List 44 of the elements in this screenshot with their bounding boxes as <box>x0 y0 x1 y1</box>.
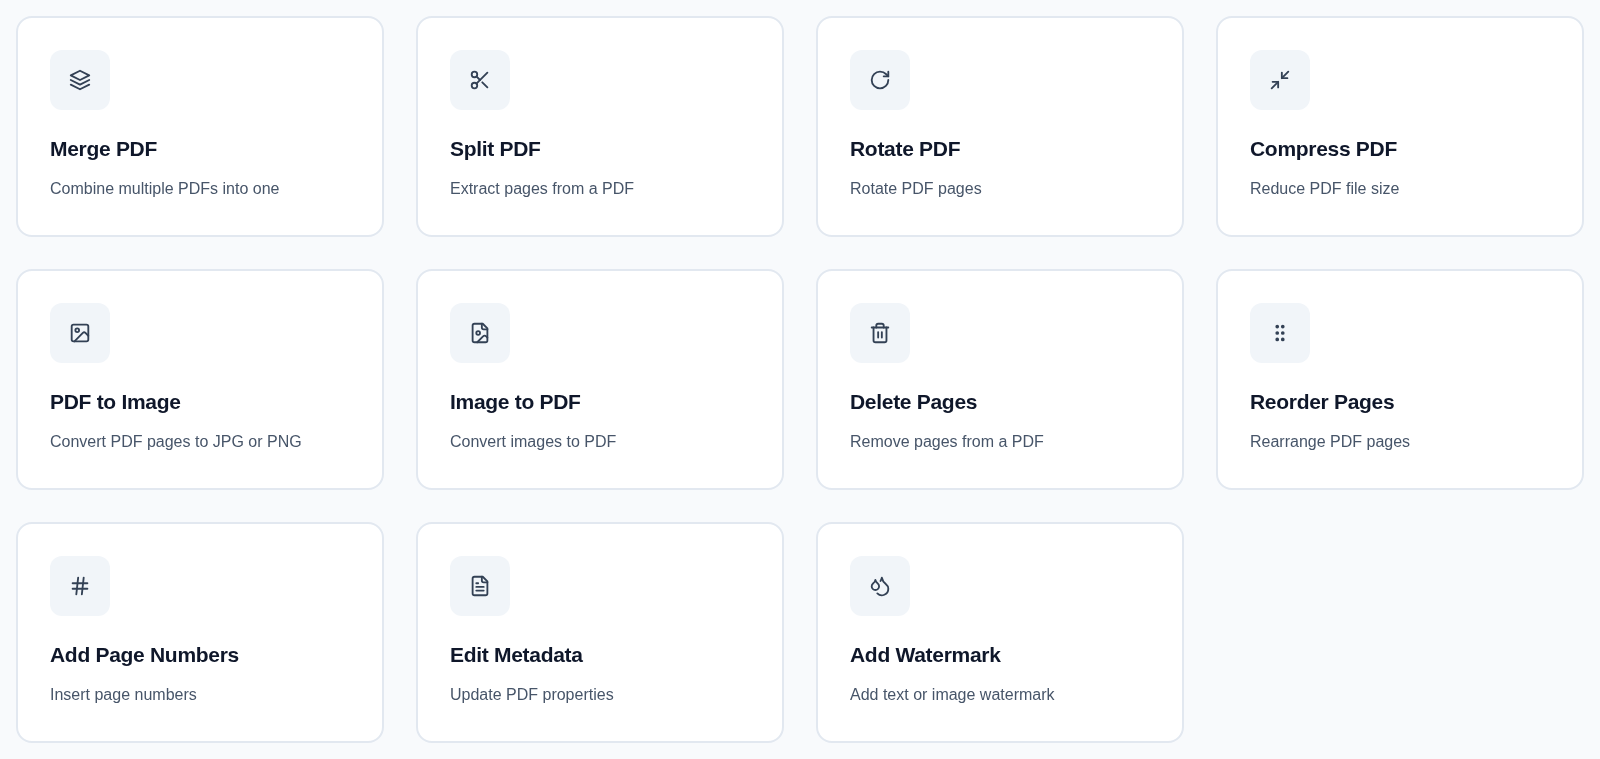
tool-description: Convert PDF pages to JPG or PNG <box>50 432 302 452</box>
tool-description: Extract pages from a PDF <box>450 179 635 199</box>
tool-card[interactable]: Delete Pages Remove pages from a PDF <box>816 269 1184 490</box>
tool-description: Rotate PDF pages <box>850 179 982 199</box>
tool-title: Delete Pages <box>850 389 978 415</box>
grip-dots-icon <box>1250 303 1310 363</box>
tool-card[interactable]: Image to PDF Convert images to PDF <box>416 269 784 490</box>
tool-card[interactable]: Split PDF Extract pages from a PDF <box>416 16 784 237</box>
tool-title: Add Watermark <box>850 642 1001 668</box>
tool-card[interactable]: Reorder Pages Rearrange PDF pages <box>1216 269 1584 490</box>
trash-icon <box>850 303 910 363</box>
tool-card[interactable]: Add Page Numbers Insert page numbers <box>16 522 384 743</box>
tool-title: Reorder Pages <box>1250 389 1395 415</box>
tool-card[interactable]: Add Watermark Add text or image watermark <box>816 522 1184 743</box>
layers-icon <box>50 50 110 110</box>
tool-card[interactable]: Compress PDF Reduce PDF file size <box>1216 16 1584 237</box>
tool-description: Rearrange PDF pages <box>1250 432 1411 452</box>
tool-description: Update PDF properties <box>450 685 614 705</box>
tool-title: Merge PDF <box>50 136 157 162</box>
tool-title: Split PDF <box>450 136 541 162</box>
tool-title: Rotate PDF <box>850 136 961 162</box>
tool-description: Insert page numbers <box>50 685 197 705</box>
tool-description: Convert images to PDF <box>450 432 617 452</box>
tool-description: Remove pages from a PDF <box>850 432 1044 452</box>
image-file-icon <box>450 303 510 363</box>
tool-description: Combine multiple PDFs into one <box>50 179 280 199</box>
hash-icon <box>50 556 110 616</box>
tool-description: Reduce PDF file size <box>1250 179 1400 199</box>
droplets-icon <box>850 556 910 616</box>
tool-card[interactable]: Rotate PDF Rotate PDF pages <box>816 16 1184 237</box>
tool-title: Add Page Numbers <box>50 642 239 668</box>
document-icon <box>450 556 510 616</box>
tool-title: Image to PDF <box>450 389 581 415</box>
image-icon <box>50 303 110 363</box>
tool-card[interactable]: Merge PDF Combine multiple PDFs into one <box>16 16 384 237</box>
scissors-icon <box>450 50 510 110</box>
tool-title: Compress PDF <box>1250 136 1397 162</box>
rotate-icon <box>850 50 910 110</box>
tool-card[interactable]: PDF to Image Convert PDF pages to JPG or PNG <box>16 269 384 490</box>
tool-title: Edit Metadata <box>450 642 583 668</box>
shrink-arrows-icon <box>1250 50 1310 110</box>
tool-card[interactable]: Edit Metadata Update PDF properties <box>416 522 784 743</box>
tool-title: PDF to Image <box>50 389 181 415</box>
tool-description: Add text or image watermark <box>850 685 1055 705</box>
